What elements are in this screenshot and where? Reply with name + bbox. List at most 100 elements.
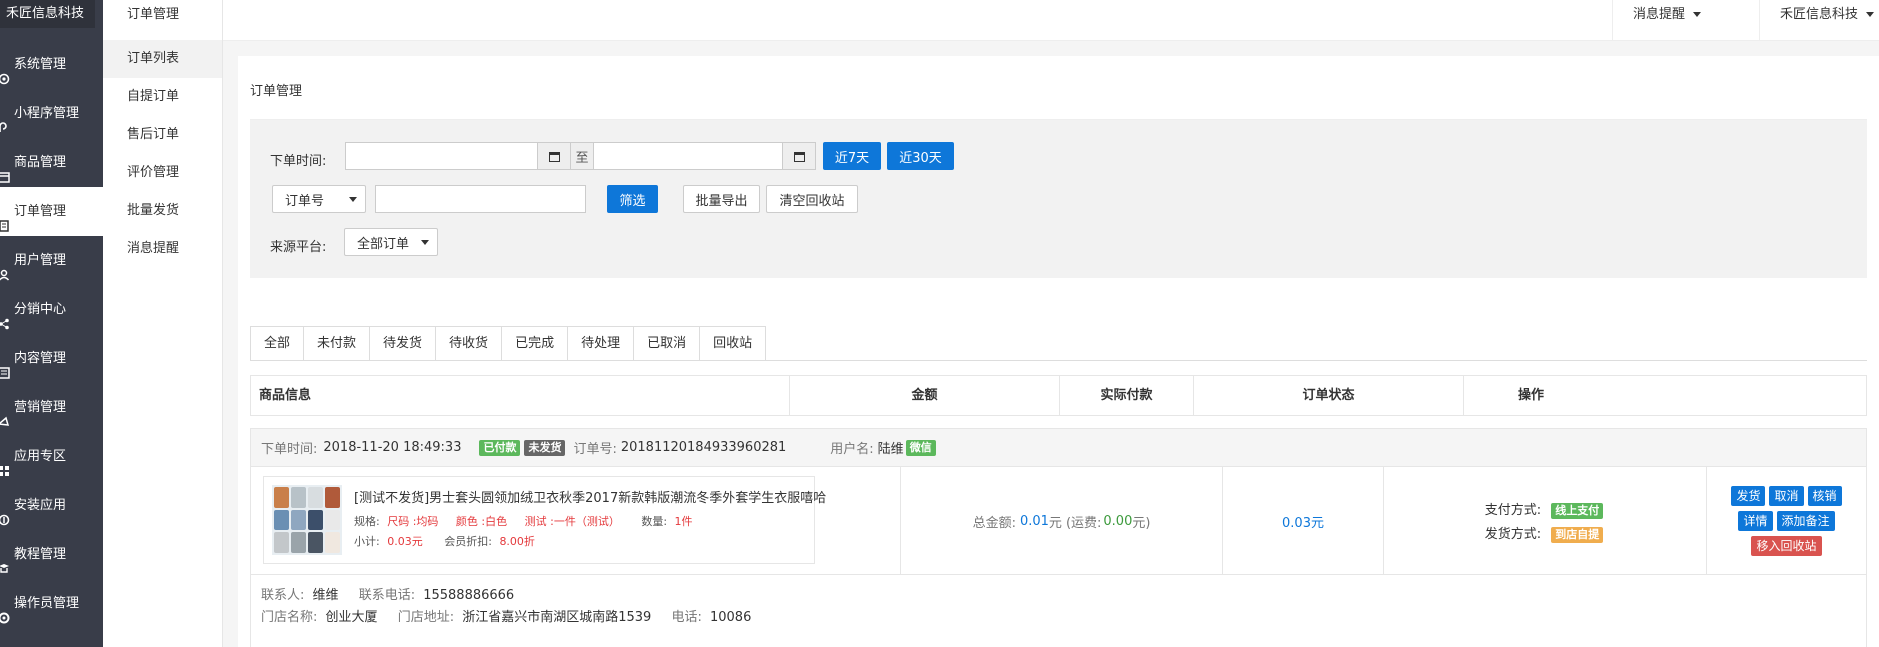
to-label: 至 — [570, 142, 594, 170]
marketing-icon — [0, 401, 11, 426]
miniapp-icon — [0, 107, 11, 132]
table-header-0: 商品信息 — [251, 376, 790, 415]
order-icon — [0, 205, 11, 232]
order-header: 下单时间: 2018-11-20 18:49:33 已付款 未发货 订单号: 2… — [251, 429, 1866, 467]
order-number: 20181120184933960281 — [620, 440, 787, 455]
clear-recycle-button[interactable]: 清空回收站 — [766, 185, 858, 213]
main-sidebar: 禾匠信息科技 系统管理小程序管理商品管理订单管理用户管理分销中心内容管理营销管理… — [0, 0, 103, 647]
caret-down-icon — [1693, 12, 1702, 17]
last-7-days-button[interactable]: 近7天 — [823, 142, 881, 170]
pickup-badge: 到店自提 — [1551, 527, 1604, 543]
sub-item-2[interactable]: 售后订单 — [103, 116, 222, 154]
sidebar-item-2[interactable]: 商品管理 — [0, 138, 103, 187]
sub-item-3[interactable]: 评价管理 — [103, 154, 222, 192]
apps-icon — [0, 450, 11, 476]
tab-0[interactable]: 全部 — [250, 326, 305, 361]
move-to-recycle-button[interactable]: 移入回收站 — [1751, 536, 1822, 556]
goods-cell: [测试不发货]男士套头圆领加绒卫衣秋季2017新款韩版潮流冬季外套学生衣服嘻哈 … — [251, 467, 901, 575]
online-pay-badge: 线上支付 — [1551, 503, 1604, 519]
message-menu[interactable]: 消息提醒 — [1612, 0, 1721, 41]
sidebar-item-6[interactable]: 内容管理 — [0, 334, 103, 383]
caret-down-icon — [349, 197, 357, 202]
content-icon — [0, 352, 11, 379]
sidebar-item-10[interactable]: 教程管理 — [0, 530, 103, 579]
order-panel: 订单管理 下单时间: 至 近7天 近30天 订单号 筛选 批量导出 清空回收站 … — [238, 56, 1879, 647]
sidebar-item-1[interactable]: 小程序管理 — [0, 89, 103, 138]
sidebar-item-9[interactable]: 安装应用 — [0, 481, 103, 530]
tab-2[interactable]: 待发货 — [370, 326, 437, 361]
ship-button[interactable]: 发货 — [1731, 486, 1766, 506]
table-header-4: 操作 — [1517, 388, 1544, 403]
start-date-input[interactable] — [345, 142, 538, 170]
verify-button[interactable]: 核销 — [1807, 486, 1842, 506]
tab-6[interactable]: 已取消 — [634, 326, 701, 361]
wechat-badge: 微信 — [905, 439, 936, 456]
gear-icon — [0, 58, 11, 84]
sidebar-item-label: 小程序管理 — [14, 106, 80, 121]
sidebar-item-label: 系统管理 — [14, 57, 67, 72]
search-input[interactable] — [375, 185, 586, 213]
user-menu[interactable]: 禾匠信息科技 — [1759, 0, 1879, 41]
sidebar-item-label: 安装应用 — [14, 498, 67, 513]
table-header-3: 订单状态 — [1194, 376, 1464, 415]
sidebar-item-3[interactable]: 订单管理 — [0, 187, 103, 236]
sub-item-5[interactable]: 消息提醒 — [103, 230, 222, 268]
actions-cell: 发货 取消 核销 详情 添加备注 移入回收站 — [1707, 467, 1866, 575]
sub-item-4[interactable]: 批量发货 — [103, 192, 222, 230]
sidebar-item-11[interactable]: 操作员管理 — [0, 579, 103, 628]
table-header: 商品信息 金额 实际付款 订单状态 操作 — [250, 375, 1867, 416]
page-title: 订单管理 — [250, 84, 303, 99]
goods-thumbnail[interactable] — [272, 485, 342, 555]
last-30-days-button[interactable]: 近30天 — [887, 142, 954, 170]
sidebar-item-0[interactable]: 系统管理 — [0, 40, 103, 89]
store-name: 创业大厦 — [325, 610, 378, 625]
order-time: 2018-11-20 18:49:33 — [323, 440, 462, 455]
tab-3[interactable]: 待收货 — [436, 326, 503, 361]
tab-4[interactable]: 已完成 — [502, 326, 569, 361]
search-type-select[interactable]: 订单号 — [272, 185, 366, 213]
sidebar-item-8[interactable]: 应用专区 — [0, 432, 103, 481]
add-note-button[interactable]: 添加备注 — [1776, 511, 1835, 531]
sub-sidebar-title: 订单管理 — [127, 7, 180, 22]
detail-button[interactable]: 详情 — [1738, 511, 1773, 531]
platform-select[interactable]: 全部订单 — [344, 228, 438, 256]
sub-item-0[interactable]: 订单列表 — [103, 40, 222, 78]
sidebar-item-label: 商品管理 — [14, 155, 67, 170]
share-icon — [0, 303, 11, 329]
filter-button[interactable]: 筛选 — [607, 185, 658, 213]
amount-cell: 总金额: 0.01 元 (运费: 0.00 元) — [901, 467, 1223, 575]
sidebar-item-label: 营销管理 — [14, 400, 67, 415]
table-header-2: 实际付款 — [1060, 376, 1194, 415]
paid-cell: 0.03元 — [1223, 467, 1384, 575]
contact-name: 维维 — [312, 588, 339, 603]
sidebar-item-label: 分销中心 — [14, 302, 67, 317]
cancel-button[interactable]: 取消 — [1769, 486, 1804, 506]
goods-name[interactable]: [测试不发货]男士套头圆领加绒卫衣秋季2017新款韩版潮流冬季外套学生衣服嘻哈 — [354, 487, 826, 506]
sidebar-item-4[interactable]: 用户管理 — [0, 236, 103, 285]
order-tabs: 全部 未付款 待发货 待收货 已完成 待处理 已取消 回收站 — [250, 326, 767, 361]
sub-item-1[interactable]: 自提订单 — [103, 78, 222, 116]
sub-sidebar: 订单管理 订单列表 自提订单 售后订单 评价管理 批量发货 消息提醒 — [103, 0, 223, 647]
goods-item: [测试不发货]男士套头圆领加绒卫衣秋季2017新款韩版潮流冬季外套学生衣服嘻哈 … — [263, 476, 826, 564]
batch-export-button[interactable]: 批量导出 — [683, 185, 760, 213]
order-body: [测试不发货]男士套头圆领加绒卫衣秋季2017新款韩版潮流冬季外套学生衣服嘻哈 … — [251, 467, 1866, 575]
unsent-badge: 未发货 — [524, 439, 566, 456]
sidebar-item-7[interactable]: 营销管理 — [0, 383, 103, 432]
tab-1[interactable]: 未付款 — [304, 326, 371, 361]
top-header: 消息提醒 禾匠信息科技 — [223, 0, 1879, 41]
tab-7[interactable]: 回收站 — [700, 326, 767, 361]
goods-subtotal: 小计: 0.03元 会员折扣: 8.00折 — [354, 535, 535, 548]
caret-down-icon — [1866, 12, 1875, 17]
paid-badge: 已付款 — [479, 439, 521, 456]
end-date-input[interactable] — [593, 142, 783, 170]
sidebar-item-5[interactable]: 分销中心 — [0, 285, 103, 334]
filter-area: 下单时间: 至 近7天 近30天 订单号 筛选 批量导出 清空回收站 来源平台:… — [250, 120, 1867, 278]
tab-5[interactable]: 待处理 — [568, 326, 635, 361]
calendar-icon[interactable] — [537, 142, 571, 170]
goods-spec: 规格: 尺码 :均码 颜色 :白色 测试 :一件（测试） 数量: 1件 — [354, 515, 693, 528]
sidebar-item-label: 用户管理 — [14, 253, 67, 268]
sidebar-item-label: 订单管理 — [14, 204, 67, 219]
table-header-1: 金额 — [790, 376, 1060, 415]
calendar-icon[interactable] — [782, 142, 816, 170]
brand-logo: 禾匠信息科技 — [0, 0, 95, 28]
